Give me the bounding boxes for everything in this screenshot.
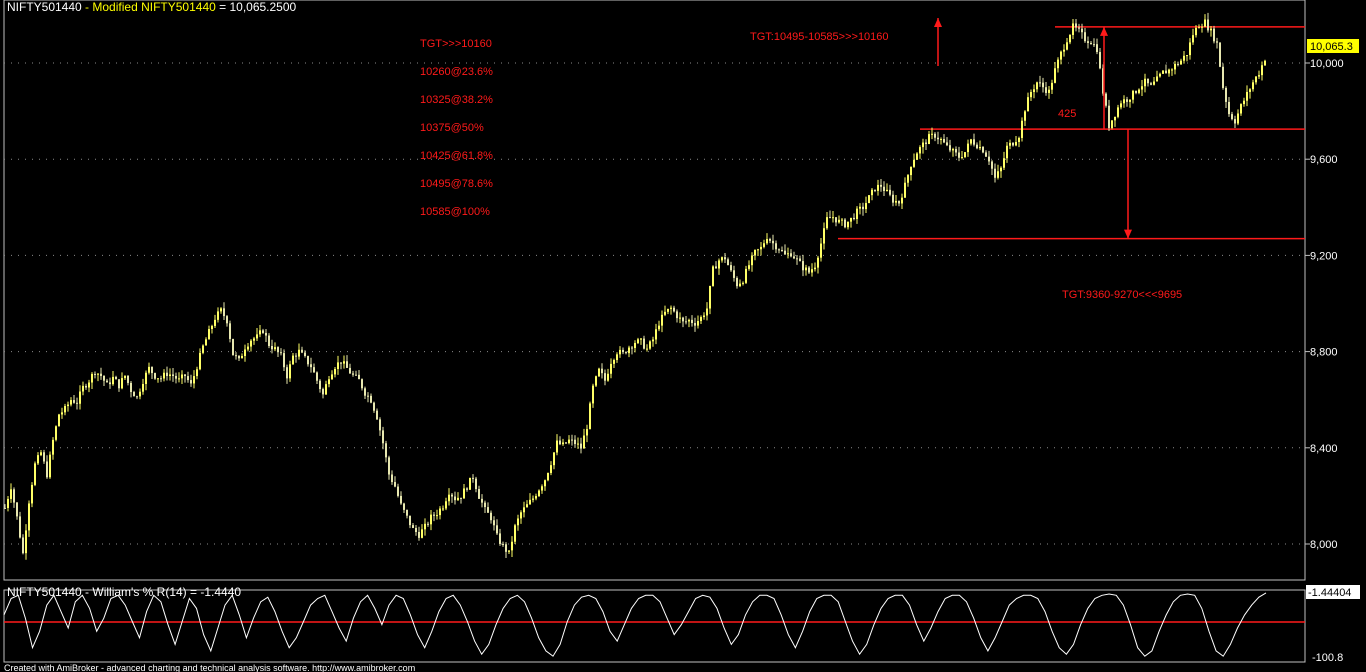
upper-target-label: TGT:10495-10585>>>10160 bbox=[750, 31, 889, 43]
candle bbox=[844, 218, 846, 229]
y-tick-label: 8,000 bbox=[1310, 539, 1338, 551]
indicator-panel-title: NIFTY501440 - William's % R(14) = -1.444… bbox=[7, 585, 241, 599]
last-price-badge: 10,065.3 bbox=[1307, 39, 1359, 53]
fib-level-label: 10585@100% bbox=[420, 206, 490, 218]
range-label: 425 bbox=[1058, 108, 1076, 120]
y-tick-label: 8,400 bbox=[1310, 443, 1338, 455]
candle bbox=[58, 413, 60, 427]
candle bbox=[232, 338, 234, 356]
candle bbox=[1105, 92, 1107, 108]
candle bbox=[514, 523, 516, 545]
lower-target-label: TGT:9360-9270<<<9695 bbox=[1062, 289, 1182, 301]
candle bbox=[1021, 117, 1023, 142]
chart-background bbox=[0, 0, 1366, 672]
fib-level-label: 10425@61.8% bbox=[420, 150, 493, 162]
candle bbox=[31, 482, 33, 508]
candle bbox=[538, 489, 540, 498]
fib-level-label: 10375@50% bbox=[420, 122, 484, 134]
candle bbox=[1111, 120, 1113, 130]
y-tick-label: 10,000 bbox=[1310, 58, 1344, 70]
candle bbox=[868, 194, 870, 204]
indicator-value-badge: -1.44404 bbox=[1306, 585, 1360, 599]
candle bbox=[598, 367, 600, 378]
candle bbox=[547, 472, 549, 482]
candle bbox=[49, 451, 51, 479]
indicator-bottom-tick: -100.8 bbox=[1312, 652, 1343, 664]
y-tick-label: 9,200 bbox=[1310, 250, 1338, 262]
y-tick-label: 9,600 bbox=[1310, 154, 1338, 166]
candle bbox=[202, 344, 204, 355]
price-panel-title: NIFTY501440 - Modified NIFTY501440 = 10,… bbox=[7, 0, 297, 14]
candle bbox=[982, 145, 984, 154]
svg-text:-1.44404: -1.44404 bbox=[1308, 587, 1351, 599]
candle bbox=[589, 401, 591, 430]
y-tick-label: 8,800 bbox=[1310, 347, 1338, 359]
candle bbox=[595, 375, 597, 388]
candle bbox=[1222, 63, 1224, 90]
candle bbox=[712, 265, 714, 287]
fib-level-label: 10325@38.2% bbox=[420, 94, 493, 106]
candle bbox=[1219, 42, 1221, 68]
svg-text:10,065.3: 10,065.3 bbox=[1310, 41, 1353, 53]
candle bbox=[34, 461, 36, 487]
chart-stage: 10,000 9,600 9,200 8,800 8,400 8,000 NIFTY501… bbox=[0, 0, 1366, 672]
fib-level-label: 10260@23.6% bbox=[420, 66, 493, 78]
footer-credit: Created with AmiBroker - advanced charti… bbox=[4, 663, 415, 672]
candle bbox=[469, 477, 471, 490]
candle bbox=[649, 340, 651, 350]
fib-level-label: TGT>>>10160 bbox=[420, 38, 492, 50]
candle bbox=[55, 425, 57, 442]
candle bbox=[1162, 70, 1164, 75]
fib-level-label: 10495@78.6% bbox=[420, 178, 493, 190]
